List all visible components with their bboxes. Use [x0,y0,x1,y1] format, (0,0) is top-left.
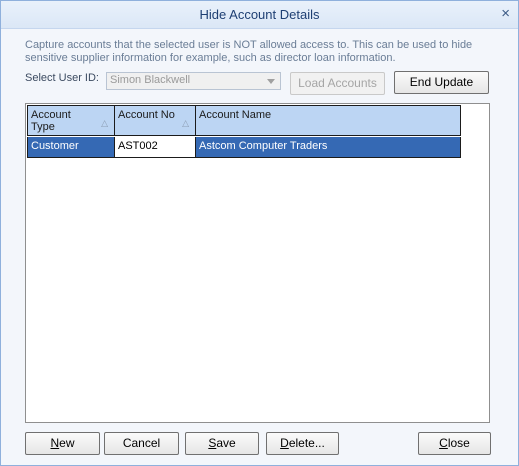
new-button[interactable]: New [25,432,100,455]
delete-label: elete... [288,436,325,450]
save-label: ave [216,436,236,450]
save-button[interactable]: Save [185,432,259,455]
delete-button[interactable]: Delete... [266,432,339,455]
close-icon[interactable]: × [501,5,510,23]
chevron-down-icon [267,79,275,84]
description-line-1: Capture accounts that the selected user … [25,39,473,51]
grid-header: Account Type △ Account No △ Account Name [27,105,461,136]
dialog-title: Hide Account Details [199,7,320,22]
close-label: lose [447,436,470,450]
close-accelerator: C [439,436,448,450]
sort-indicator-icon: △ [182,118,189,128]
delete-accelerator: D [280,436,289,450]
load-accounts-button[interactable]: Load Accounts [290,72,385,95]
accounts-grid[interactable]: Account Type △ Account No △ Account Name… [25,103,490,423]
user-id-select[interactable]: Simon Blackwell [106,72,281,90]
column-header-account-name[interactable]: Account Name [196,106,460,135]
column-header-label: Account No [118,109,175,121]
description-line-2: sensitive supplier information for examp… [25,52,396,64]
cell-account-no[interactable]: AST002 [115,137,196,157]
title-bar: Hide Account Details × [1,1,518,29]
table-row[interactable]: Customer AST002 Astcom Computer Traders [27,137,461,158]
column-header-account-type[interactable]: Account Type △ [28,106,115,135]
new-accelerator: N [50,436,60,450]
sort-indicator-icon: △ [101,118,108,128]
description-text: Capture accounts that the selected user … [25,39,495,65]
column-header-label: Account Name [199,109,272,121]
column-header-account-no[interactable]: Account No △ [115,106,196,135]
new-label: ew [59,436,75,450]
user-id-value: Simon Blackwell [110,74,191,86]
close-button[interactable]: Close [418,432,491,455]
cancel-button[interactable]: Cancel [104,432,179,455]
cell-account-type[interactable]: Customer [28,137,115,157]
select-user-label: Select User ID: [25,72,99,84]
column-header-label: Account Type [31,109,71,133]
end-update-button[interactable]: End Update [394,71,489,94]
hide-account-details-dialog: Hide Account Details × Capture accounts … [0,0,519,466]
cell-account-name[interactable]: Astcom Computer Traders [196,137,460,157]
